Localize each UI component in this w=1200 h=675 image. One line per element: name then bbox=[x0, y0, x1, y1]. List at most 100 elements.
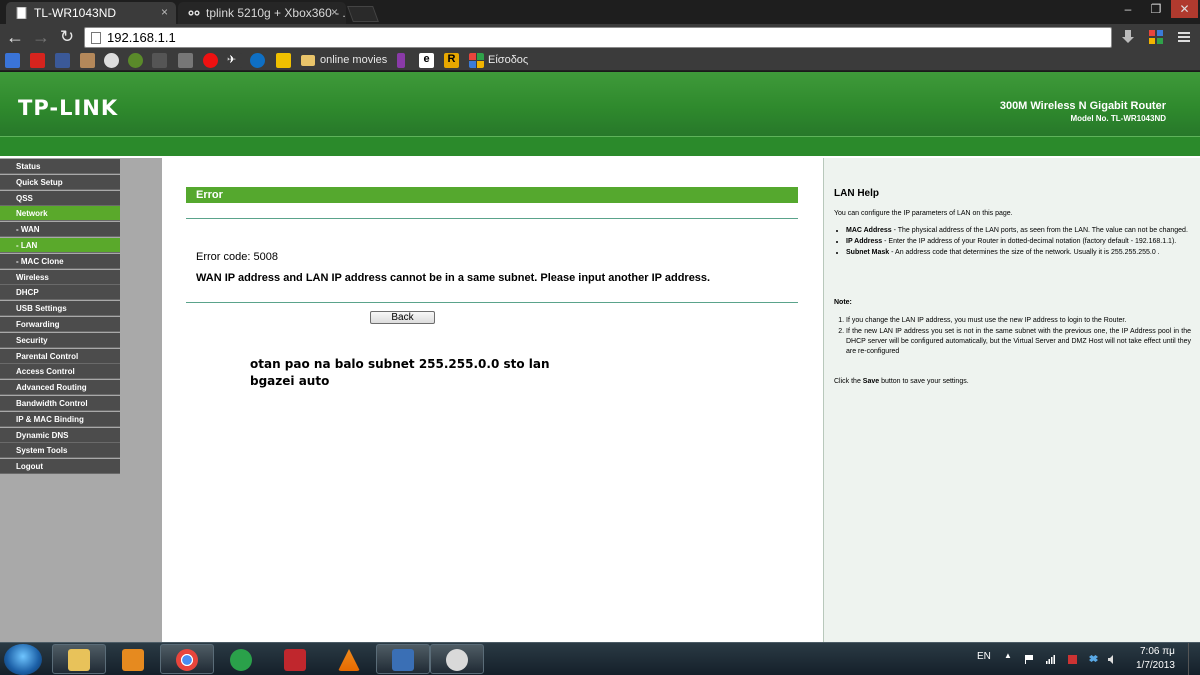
bookmark-c-icon[interactable] bbox=[250, 53, 265, 68]
reload-icon[interactable]: ↻ bbox=[57, 28, 77, 48]
bookmarks-bar: ✈ online movies e R Είσοδος bbox=[0, 51, 1200, 71]
utorrent-icon bbox=[230, 649, 252, 671]
help-definitions: MAC Address - The physical address of th… bbox=[846, 226, 1191, 259]
sidebar-item-forwarding[interactable]: Forwarding bbox=[0, 317, 120, 332]
bookmark-signin[interactable]: Είσοδος bbox=[488, 54, 528, 66]
google-icon[interactable] bbox=[5, 53, 20, 68]
wrench-icon[interactable] bbox=[1176, 29, 1192, 45]
explorer-button[interactable] bbox=[52, 644, 106, 674]
extension-icon[interactable] bbox=[1148, 29, 1164, 45]
tab-forum[interactable]: tplink 5210g + Xbox360 - ... × bbox=[178, 2, 346, 24]
start-button[interactable] bbox=[4, 644, 42, 675]
sidebar-item-bandwidth-control[interactable]: Bandwidth Control bbox=[0, 396, 120, 411]
utorrent-button[interactable] bbox=[214, 644, 268, 674]
r-icon[interactable]: R bbox=[444, 53, 459, 68]
back-button[interactable]: Back bbox=[370, 311, 435, 324]
bird-icon[interactable]: ✈ bbox=[227, 53, 242, 68]
security-icon[interactable] bbox=[1068, 655, 1077, 664]
forward-arrow-icon[interactable]: → bbox=[31, 28, 51, 48]
sidebar-item-ip-mac-binding[interactable]: IP & MAC Binding bbox=[0, 411, 120, 427]
folder-icon bbox=[68, 649, 90, 671]
flag-icon[interactable] bbox=[1025, 655, 1034, 664]
model-number: Model No. TL-WR1043ND bbox=[1070, 114, 1166, 123]
close-window-button[interactable]: ✕ bbox=[1171, 0, 1198, 18]
close-icon[interactable]: × bbox=[331, 5, 338, 19]
minimize-button[interactable]: – bbox=[1115, 0, 1141, 18]
help-item: MAC Address - The physical address of th… bbox=[846, 226, 1191, 236]
dropbox-icon[interactable] bbox=[1089, 655, 1098, 664]
remote-desktop-button[interactable] bbox=[376, 644, 430, 674]
bookmark-icon[interactable] bbox=[80, 53, 95, 68]
product-name: 300M Wireless N Gigabit Router bbox=[999, 100, 1166, 112]
ie-icon[interactable]: e bbox=[419, 53, 434, 68]
tplink-logo: TP-LINK bbox=[18, 96, 119, 120]
sidebar-item-lan[interactable]: - LAN bbox=[0, 238, 120, 253]
bookmark-tv-icon[interactable] bbox=[276, 53, 291, 68]
iptv-icon[interactable] bbox=[152, 53, 167, 68]
restore-button[interactable]: ❐ bbox=[1143, 0, 1169, 18]
volume-icon[interactable] bbox=[1108, 655, 1117, 664]
sidebar-item-dynamic-dns[interactable]: Dynamic DNS bbox=[0, 427, 120, 443]
sidebar-item-wan[interactable]: - WAN bbox=[0, 222, 120, 238]
help-note: If the new LAN IP address you set is not… bbox=[846, 327, 1191, 357]
clock-date[interactable]: 1/7/2013 bbox=[1136, 660, 1175, 671]
sidebar-item-network[interactable]: Network bbox=[0, 206, 120, 222]
router-banner: TP-LINK 300M Wireless N Gigabit Router M… bbox=[0, 72, 1200, 136]
network-signal-icon[interactable] bbox=[1046, 655, 1055, 664]
banner-band bbox=[0, 136, 1200, 156]
red-circle-icon[interactable] bbox=[203, 53, 218, 68]
divider bbox=[186, 218, 798, 219]
back-arrow-icon[interactable]: ← bbox=[5, 28, 25, 48]
download-icon[interactable] bbox=[1120, 29, 1136, 45]
sidebar-item-quick-setup[interactable]: Quick Setup bbox=[0, 174, 120, 190]
new-tab-button[interactable] bbox=[347, 6, 379, 22]
sidebar-item-logout[interactable]: Logout bbox=[0, 459, 120, 475]
language-indicator[interactable]: EN bbox=[977, 651, 991, 662]
vlc-icon bbox=[338, 649, 360, 671]
xbox-icon[interactable] bbox=[128, 53, 143, 68]
sidebar-item-status[interactable]: Status bbox=[0, 159, 120, 174]
sidebar-item-system-tools[interactable]: System Tools bbox=[0, 443, 120, 459]
browser-tab-strip: TL-WR1043ND × tplink 5210g + Xbox360 - .… bbox=[0, 0, 1200, 24]
tab-router[interactable]: TL-WR1043ND × bbox=[6, 2, 176, 24]
sidebar-item-mac-clone[interactable]: - MAC Clone bbox=[0, 253, 120, 269]
show-hidden-icons[interactable]: ▲ bbox=[1004, 651, 1012, 660]
help-footer: Click the Save button to save your setti… bbox=[834, 378, 969, 385]
close-icon[interactable]: × bbox=[161, 5, 168, 19]
sidebar-item-wireless[interactable]: Wireless bbox=[0, 269, 120, 285]
forum-icon bbox=[188, 10, 200, 16]
page-icon bbox=[16, 7, 27, 19]
tab-forum-title: tplink 5210g + Xbox360 - ... bbox=[206, 6, 346, 20]
help-note: If you change the LAN IP address, you mu… bbox=[846, 316, 1191, 326]
chrome-icon bbox=[176, 649, 198, 671]
bookmark-online-movies[interactable]: online movies bbox=[320, 54, 387, 66]
windows-taskbar: EN ▲ 7:06 πμ 1/7/2013 bbox=[0, 642, 1200, 675]
user-annotation: otan pao na balo subnet 255.255.0.0 sto … bbox=[250, 356, 550, 390]
sidebar-item-dhcp[interactable]: DHCP bbox=[0, 285, 120, 301]
filezilla-button[interactable] bbox=[268, 644, 322, 674]
router-page: TP-LINK 300M Wireless N Gigabit Router M… bbox=[0, 72, 1200, 642]
sidebar-item-parental-control[interactable]: Parental Control bbox=[0, 348, 120, 364]
help-notes: If you change the LAN IP address, you mu… bbox=[846, 316, 1191, 358]
sidebar-item-usb-settings[interactable]: USB Settings bbox=[0, 301, 120, 317]
youtube-icon[interactable] bbox=[30, 53, 45, 68]
annotation-line: otan pao na balo subnet 255.255.0.0 sto … bbox=[250, 357, 550, 371]
clock-time[interactable]: 7:06 πμ bbox=[1140, 646, 1175, 657]
address-bar[interactable]: 192.168.1.1 bbox=[84, 27, 1112, 48]
facebook-icon[interactable] bbox=[55, 53, 70, 68]
sidebar-item-security[interactable]: Security bbox=[0, 332, 120, 348]
bookmark-figure-icon[interactable] bbox=[397, 53, 405, 68]
forum-icon[interactable] bbox=[104, 53, 119, 68]
paint-button[interactable] bbox=[430, 644, 484, 674]
remote-desktop-icon bbox=[392, 649, 414, 671]
page-icon bbox=[91, 32, 101, 44]
chrome-button[interactable] bbox=[160, 644, 214, 674]
show-desktop-button[interactable] bbox=[1188, 643, 1200, 675]
error-title-bar: Error bbox=[186, 187, 798, 203]
sidebar-item-qss[interactable]: QSS bbox=[0, 190, 120, 206]
sidebar-item-access-control[interactable]: Access Control bbox=[0, 364, 120, 380]
sidebar-item-advanced-routing[interactable]: Advanced Routing bbox=[0, 380, 120, 396]
media-player-button[interactable] bbox=[106, 644, 160, 674]
vlc-button[interactable] bbox=[322, 644, 376, 674]
game-icon[interactable] bbox=[178, 53, 193, 68]
